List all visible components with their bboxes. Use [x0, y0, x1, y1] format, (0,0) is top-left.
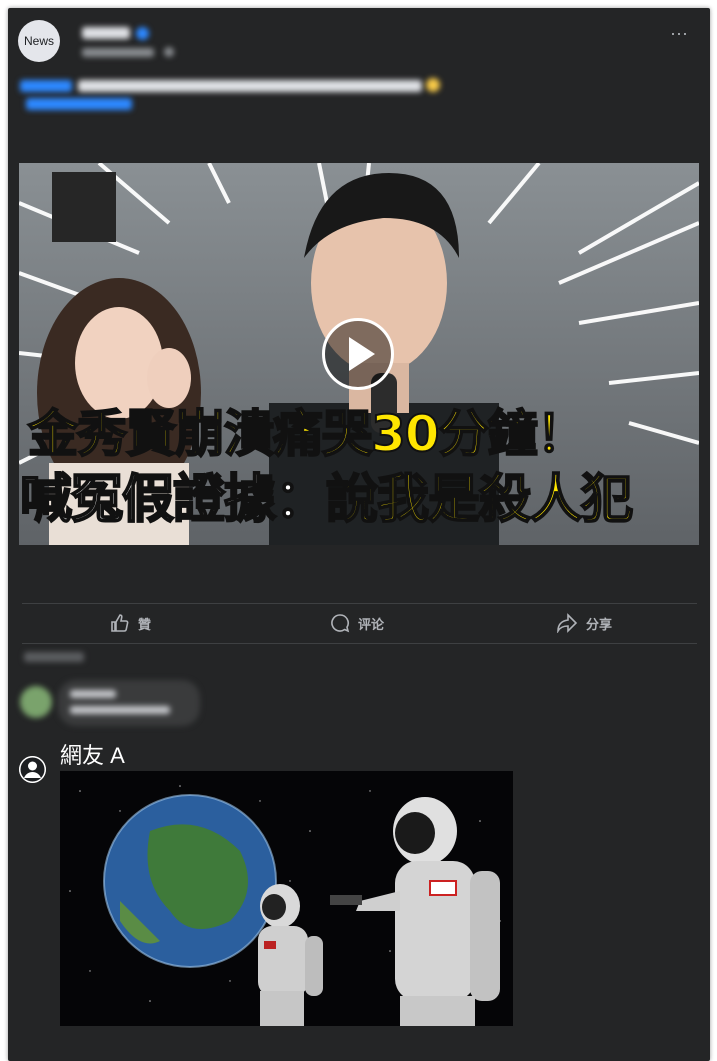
share-label: 分享 — [586, 616, 613, 632]
verified-icon — [136, 27, 149, 40]
post-timestamp-redacted[interactable] — [82, 48, 154, 57]
user-avatar-icon[interactable] — [19, 756, 46, 783]
post-text-redacted — [78, 80, 422, 92]
comment-button[interactable]: 评论 — [330, 612, 384, 634]
comment-label: 评论 — [358, 616, 385, 632]
play-icon — [349, 337, 375, 371]
share-button[interactable]: 分享 — [556, 612, 612, 634]
divider-top — [22, 603, 697, 604]
comment-sort-redacted[interactable] — [24, 652, 84, 662]
page-name-redacted[interactable] — [82, 27, 130, 39]
post-text-link-redacted[interactable] — [20, 80, 72, 92]
emoji-icon — [426, 78, 440, 92]
share-icon — [557, 613, 578, 633]
redaction-block — [52, 172, 116, 242]
page-avatar-label: News — [23, 34, 54, 48]
page-avatar[interactable]: News — [18, 20, 60, 62]
comment-bubble-redacted — [58, 680, 200, 726]
post-link-redacted[interactable] — [26, 98, 132, 110]
divider-bottom — [22, 643, 697, 644]
play-button[interactable] — [322, 318, 394, 390]
astronaut-meme-artwork — [60, 771, 513, 1026]
headline-line2-yellow: 說我是殺人犯 — [325, 469, 634, 531]
like-button[interactable]: 贊 — [110, 612, 151, 634]
like-icon — [111, 614, 129, 632]
headline-line2-white: 喊冤假證據： — [19, 469, 328, 531]
thumbnail-headline-line1: 金秀賢崩潰痛哭30分鐘！ — [27, 404, 588, 464]
globe-icon — [164, 47, 174, 57]
comment-icon — [331, 614, 350, 633]
commenter-avatar[interactable] — [20, 686, 52, 718]
person-silhouette-icon — [19, 756, 46, 783]
meme-image[interactable] — [60, 771, 513, 1026]
like-label: 贊 — [138, 616, 152, 632]
reply-user-name[interactable]: 網友 A — [60, 738, 125, 770]
thumbnail-headline-line2: 喊冤假證據：說我是殺人犯 — [19, 468, 700, 532]
more-options-icon[interactable]: ··· — [670, 24, 688, 42]
